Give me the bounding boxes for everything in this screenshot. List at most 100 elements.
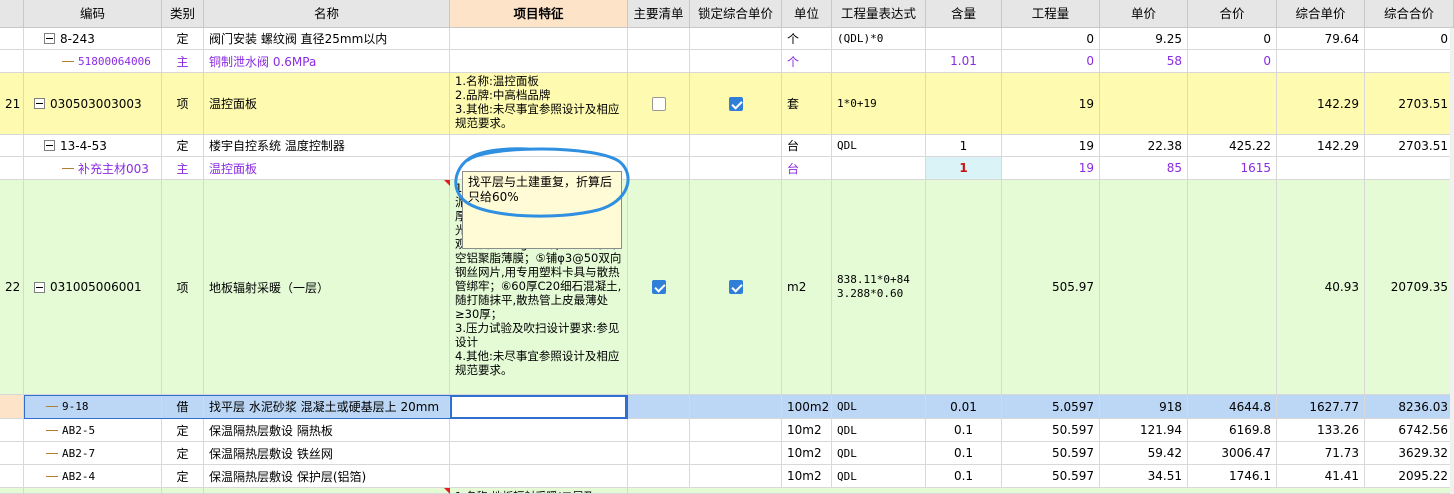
- code-cell[interactable]: [24, 488, 162, 494]
- unit-cell[interactable]: 个: [782, 28, 832, 50]
- comp-total-cell[interactable]: [1365, 157, 1454, 180]
- header-code[interactable]: 编码: [24, 0, 162, 28]
- name-cell[interactable]: 铜制泄水阀 0.6MPa: [204, 50, 450, 73]
- unit-cell[interactable]: 台: [782, 135, 832, 157]
- feature-cell[interactable]: [450, 50, 628, 73]
- comp-price-cell[interactable]: 133.26: [1277, 419, 1365, 442]
- table-row[interactable]: 8-243 定 阀门安装 螺纹阀 直径25mm以内 个 (QDL)*0 0 9.…: [0, 28, 1454, 50]
- lock-price-checkbox[interactable]: [728, 96, 743, 111]
- code-cell[interactable]: 补充主材003: [24, 157, 162, 180]
- header-unit[interactable]: 单位: [782, 0, 832, 28]
- lock-price-cell[interactable]: [690, 135, 782, 157]
- total-cell[interactable]: 4644.8: [1188, 395, 1277, 419]
- table-row-partial[interactable]: 1.名称:地板辐射采暖(二层及: [0, 488, 1454, 494]
- qty-cell[interactable]: 50.597: [1002, 465, 1100, 488]
- feature-cell[interactable]: [450, 442, 628, 465]
- comp-price-cell[interactable]: [1277, 157, 1365, 180]
- comp-price-cell[interactable]: 40.93: [1277, 180, 1365, 395]
- type-cell[interactable]: 项: [162, 73, 204, 135]
- price-cell[interactable]: [1100, 73, 1188, 135]
- lock-price-cell[interactable]: [690, 157, 782, 180]
- total-cell[interactable]: 1615: [1188, 157, 1277, 180]
- content-cell[interactable]: 0.1: [926, 465, 1002, 488]
- lock-price-cell[interactable]: [690, 395, 782, 419]
- name-cell[interactable]: 阀门安装 螺纹阀 直径25mm以内: [204, 28, 450, 50]
- total-cell[interactable]: [1188, 73, 1277, 135]
- name-cell[interactable]: 保温隔热层敷设 隔热板: [204, 419, 450, 442]
- name-cell[interactable]: [204, 488, 450, 494]
- total-cell[interactable]: 0: [1188, 50, 1277, 73]
- header-feature[interactable]: 项目特征: [450, 0, 628, 28]
- expr-cell[interactable]: [832, 50, 926, 73]
- name-cell[interactable]: 温控面板: [204, 73, 450, 135]
- unit-cell[interactable]: 100m2: [782, 395, 832, 419]
- name-cell[interactable]: 温控面板: [204, 157, 450, 180]
- content-cell[interactable]: 1: [926, 135, 1002, 157]
- content-cell[interactable]: [926, 180, 1002, 395]
- expr-cell[interactable]: QDL: [832, 465, 926, 488]
- feature-cell[interactable]: [450, 28, 628, 50]
- total-cell[interactable]: [1188, 180, 1277, 395]
- header-main-list[interactable]: 主要清单: [628, 0, 690, 28]
- code-cell[interactable]: AB2-4: [24, 465, 162, 488]
- qty-cell[interactable]: 5.0597: [1002, 395, 1100, 419]
- unit-cell[interactable]: 台: [782, 157, 832, 180]
- feature-cell[interactable]: 1.名称:地板辐射采暖(二层及: [450, 488, 628, 494]
- content-cell[interactable]: [926, 28, 1002, 50]
- price-cell[interactable]: 121.94: [1100, 419, 1188, 442]
- name-cell[interactable]: 地板辐射采暖（一层）: [204, 180, 450, 395]
- expr-cell[interactable]: [832, 157, 926, 180]
- table-row[interactable]: 21 030503003003 项 温控面板 1.名称:温控面板 2.品牌:中高…: [0, 73, 1454, 135]
- header-qty[interactable]: 工程量: [1002, 0, 1100, 28]
- lock-price-cell[interactable]: [690, 28, 782, 50]
- name-cell[interactable]: 保温隔热层敷设 保护层(铝箔): [204, 465, 450, 488]
- type-cell[interactable]: [162, 488, 204, 494]
- lock-price-cell[interactable]: [690, 73, 782, 135]
- comp-total-cell[interactable]: 20709.35: [1365, 180, 1454, 395]
- header-price[interactable]: 单价: [1100, 0, 1188, 28]
- header-comp-total[interactable]: 综合合价: [1365, 0, 1454, 28]
- comp-total-cell[interactable]: [1365, 50, 1454, 73]
- comp-total-cell[interactable]: 3629.32: [1365, 442, 1454, 465]
- unit-cell[interactable]: 10m2: [782, 442, 832, 465]
- comp-price-cell[interactable]: 71.73: [1277, 442, 1365, 465]
- header-type[interactable]: 类别: [162, 0, 204, 28]
- comp-total-cell[interactable]: 2095.22: [1365, 465, 1454, 488]
- price-cell[interactable]: 85: [1100, 157, 1188, 180]
- table-row[interactable]: AB2-5 定 保温隔热层敷设 隔热板 10m2 QDL 0.1 50.597 …: [0, 419, 1454, 442]
- type-cell[interactable]: 定: [162, 442, 204, 465]
- header-lock-price[interactable]: 锁定综合单价: [690, 0, 782, 28]
- content-cell[interactable]: 1.01: [926, 50, 1002, 73]
- main-list-checkbox[interactable]: [651, 96, 666, 111]
- expr-cell[interactable]: QDL: [832, 395, 926, 419]
- qty-cell[interactable]: 50.597: [1002, 442, 1100, 465]
- main-list-cell[interactable]: [628, 395, 690, 419]
- collapse-toggle-icon[interactable]: [34, 98, 45, 109]
- code-cell[interactable]: 031005006001: [24, 180, 162, 395]
- unit-cell[interactable]: 个: [782, 50, 832, 73]
- content-cell[interactable]: [926, 73, 1002, 135]
- comp-total-cell[interactable]: 2703.51: [1365, 135, 1454, 157]
- expr-cell[interactable]: QDL: [832, 135, 926, 157]
- main-list-cell[interactable]: [628, 465, 690, 488]
- lock-price-cell[interactable]: [690, 465, 782, 488]
- comp-price-cell[interactable]: 79.64: [1277, 28, 1365, 50]
- feature-cell[interactable]: 1.名称:温控面板 2.品牌:中高档品牌 3.其他:未尽事宜参照设计及相应规范要…: [450, 73, 628, 135]
- comp-price-cell[interactable]: 1627.77: [1277, 395, 1365, 419]
- total-cell[interactable]: 0: [1188, 28, 1277, 50]
- table-row[interactable]: AB2-4 定 保温隔热层敷设 保护层(铝箔) 10m2 QDL 0.1 50.…: [0, 465, 1454, 488]
- price-cell[interactable]: 34.51: [1100, 465, 1188, 488]
- header-content[interactable]: 含量: [926, 0, 1002, 28]
- unit-cell[interactable]: 套: [782, 73, 832, 135]
- qty-cell[interactable]: 0: [1002, 50, 1100, 73]
- comp-total-cell[interactable]: 8236.03: [1365, 395, 1454, 419]
- unit-cell[interactable]: m2: [782, 180, 832, 395]
- feature-cell[interactable]: [450, 419, 628, 442]
- feature-cell[interactable]: [450, 465, 628, 488]
- header-comp-price[interactable]: 综合单价: [1277, 0, 1365, 28]
- qty-cell[interactable]: 0: [1002, 28, 1100, 50]
- unit-cell[interactable]: 10m2: [782, 465, 832, 488]
- type-cell[interactable]: 主: [162, 50, 204, 73]
- type-cell[interactable]: 定: [162, 419, 204, 442]
- expr-cell[interactable]: (QDL)*0: [832, 28, 926, 50]
